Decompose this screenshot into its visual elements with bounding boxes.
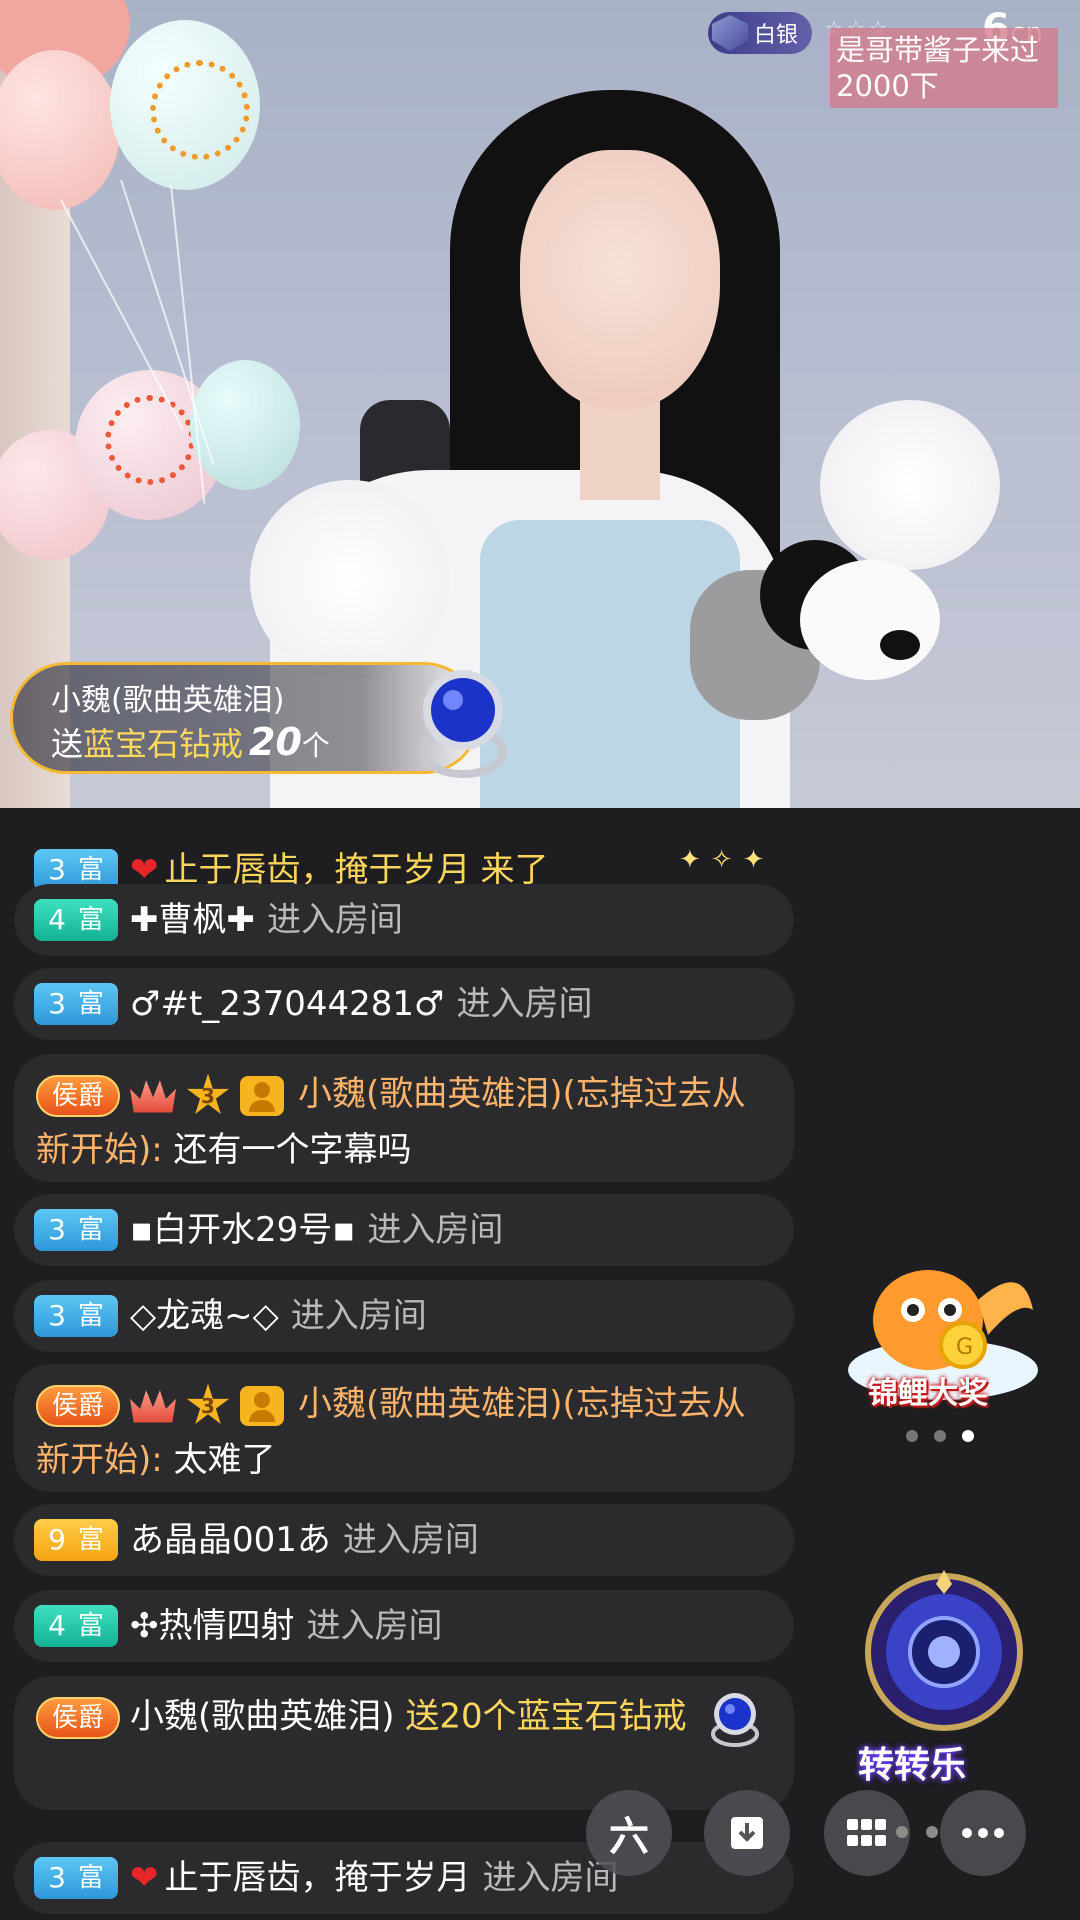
duke-title-badge: 侯爵 <box>36 1384 121 1427</box>
chat-action: 进入房间 <box>456 984 593 1024</box>
rich-level-badge: 4富 <box>34 1605 118 1647</box>
sparkle-icon: ✦✧✦ <box>679 845 775 875</box>
more-button[interactable] <box>940 1790 1026 1876</box>
coat-fur <box>250 480 450 680</box>
chat-message: 4富 ✣热情四射 进入房间 <box>14 1590 794 1662</box>
rich-level-badge: 4富 <box>34 899 118 941</box>
balloon <box>0 50 120 210</box>
gift-count: 20 <box>249 720 302 764</box>
star-level-icon: 3 <box>186 1383 230 1424</box>
sapphire-ring-icon <box>711 1693 760 1747</box>
chat-message: 侯爵 3 小魏(歌曲英雄泪)(忘掉过去从新开始): 还有一个字幕吗 <box>14 1054 794 1182</box>
gift-line: 送蓝宝石钻戒 20个 <box>51 720 330 764</box>
rich-level-badge: 3富 <box>34 1209 118 1251</box>
duke-title-badge: 侯爵 <box>36 1074 121 1117</box>
chat-action: 进入房间 <box>342 1520 479 1560</box>
gift-name: 蓝宝石钻戒 <box>83 725 244 763</box>
pager-dot <box>926 1826 938 1838</box>
plush-toy <box>800 560 940 680</box>
chat-action: 进入房间 <box>290 1296 427 1336</box>
rich-level-badge: 3富 <box>34 1857 118 1899</box>
user-card-icon <box>240 1075 285 1116</box>
chat-message: 4富 ✚曹枫✚ 进入房间 <box>14 884 794 956</box>
rich-level-badge: 3富 <box>34 983 118 1025</box>
crown-icon <box>130 1080 177 1113</box>
chat-action: 进入房间 <box>266 900 403 940</box>
spin-wheel-icon[interactable] <box>862 1570 1027 1735</box>
shield-icon <box>712 15 748 51</box>
download-icon <box>731 1817 763 1849</box>
plush-toy-nose <box>880 630 920 660</box>
pager-dot <box>896 1826 908 1838</box>
chat-username[interactable]: ♂#t_237044281♂ <box>130 978 444 1030</box>
user-card-icon <box>240 1385 285 1426</box>
balloon-flower-pattern <box>105 395 195 485</box>
chat-username[interactable]: 小魏(歌曲英雄泪) <box>130 1697 395 1737</box>
chat-username[interactable]: ▪白开水29号▪ <box>130 1204 355 1256</box>
chat-message: 9富 あ晶晶001あ 进入房间 <box>14 1504 794 1576</box>
download-button[interactable] <box>704 1790 790 1876</box>
chat-username[interactable]: ◇龙魂~◇ <box>130 1290 279 1342</box>
chat-username[interactable]: 止于唇齿，掩于岁月 <box>165 1852 471 1904</box>
spin-game-label[interactable]: 转转乐 <box>858 1736 966 1788</box>
balloon <box>190 360 300 490</box>
chat-username[interactable]: 小魏(歌曲英雄泪)(忘掉过去从新开始): <box>36 1384 746 1480</box>
chat-action: 进入房间 <box>367 1210 504 1250</box>
gift-sender: 小魏(歌曲英雄泪) <box>51 683 285 718</box>
balloon-flower-pattern <box>150 60 250 160</box>
rich-level-badge: 3富 <box>34 1295 118 1337</box>
chat-username[interactable]: あ晶晶001あ <box>130 1514 331 1566</box>
anchor-level-badge[interactable]: 白银 <box>708 12 813 54</box>
sapphire-ring-icon <box>419 670 507 778</box>
chat-username[interactable]: ✣热情四射 <box>130 1600 295 1652</box>
chat-text: 还有一个字幕吗 <box>173 1130 412 1170</box>
crown-icon <box>130 1390 177 1423</box>
six-logo-button[interactable]: 六 <box>586 1790 672 1876</box>
more-icon <box>962 1828 1004 1838</box>
chat-username[interactable]: ✚曹枫✚ <box>130 894 255 946</box>
carousel-dot <box>934 1430 946 1442</box>
koi-prize-label[interactable]: 锦鲤大奖 <box>868 1368 988 1412</box>
pager-dots <box>896 1826 938 1838</box>
chat-text: 太难了 <box>173 1440 276 1480</box>
carousel-dot-active <box>962 1430 974 1442</box>
anchor-level-label: 白银 <box>754 23 799 48</box>
chat-message: 侯爵 小魏(歌曲英雄泪) 送20个蓝宝石钻戒 <box>14 1676 794 1810</box>
chat-text: 送20个蓝宝石钻戒 <box>405 1696 687 1737</box>
live-video[interactable]: 白银 ☆☆☆ 6cn 是哥带酱子来过2000下 小魏(歌曲英雄泪) 送蓝宝石钻戒… <box>0 0 1080 808</box>
chat-action: 进入房间 <box>306 1606 443 1646</box>
chat-message: 3富 ♂#t_237044281♂ 进入房间 <box>14 968 794 1040</box>
heart-icon: ❤ <box>130 1858 159 1898</box>
chat-message: 3富 ◇龙魂~◇ 进入房间 <box>14 1280 794 1352</box>
carousel-dots <box>906 1430 974 1442</box>
carousel-dot <box>906 1430 918 1442</box>
streamer-face <box>520 150 720 410</box>
stream-caption: 是哥带酱子来过2000下 <box>830 28 1058 108</box>
chat-message: 侯爵 3 小魏(歌曲英雄泪)(忘掉过去从新开始): 太难了 <box>14 1364 794 1492</box>
star-level-icon: 3 <box>186 1073 230 1114</box>
grid-icon <box>847 1819 886 1846</box>
six-logo-icon: 六 <box>609 1814 649 1860</box>
rich-level-badge: 9富 <box>34 1519 118 1561</box>
coat-fur <box>820 400 1000 570</box>
chat-message: 3富 ❤ 止于唇齿，掩于岁月 进入房间 <box>14 1842 794 1914</box>
duke-title-badge: 侯爵 <box>36 1697 121 1739</box>
svg-text:G: G <box>956 1335 973 1360</box>
chat-message: 3富 ▪白开水29号▪ 进入房间 <box>14 1194 794 1266</box>
